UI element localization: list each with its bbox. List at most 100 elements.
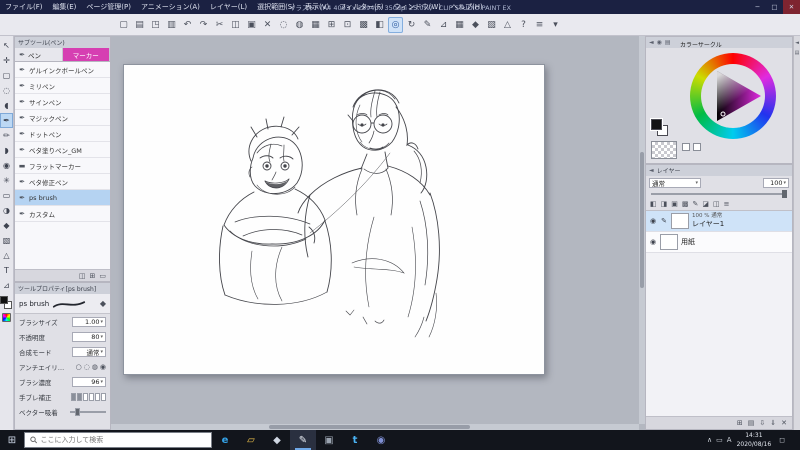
subtool-item[interactable]: ▬ フラットマーカー: [15, 158, 110, 174]
tool-icon[interactable]: ✒: [0, 113, 13, 128]
tray-icon[interactable]: ▭: [716, 436, 723, 444]
visibility-eye-icon[interactable]: ◉: [649, 238, 657, 246]
color-panel-header-icon[interactable]: ▤: [665, 39, 671, 46]
layer-toolbar-icon[interactable]: ◨: [661, 200, 668, 208]
menu-item[interactable]: ウィンドウ(W): [389, 0, 446, 14]
toolbar-icon[interactable]: ▦: [452, 17, 467, 33]
toolbar-icon[interactable]: ▾: [548, 17, 563, 33]
taskbar-app-icon[interactable]: ▱: [238, 430, 264, 450]
toolbar-icon[interactable]: ↻: [404, 17, 419, 33]
layer-footer-icon[interactable]: ⇓: [770, 419, 776, 427]
tool-icon[interactable]: T: [0, 263, 13, 278]
menu-item[interactable]: レイヤー(L): [205, 0, 252, 14]
toolbar-icon[interactable]: ◧: [372, 17, 387, 33]
subtool-item[interactable]: ✒ カスタム: [15, 206, 110, 222]
antialias-strong-icon[interactable]: ◉: [100, 363, 106, 371]
toolbar-icon[interactable]: ◫: [228, 17, 243, 33]
layer-toolbar-icon[interactable]: ✎: [693, 200, 699, 208]
tool-icon[interactable]: ✛: [0, 53, 13, 68]
blend-mode-select[interactable]: 通常 ▾: [72, 346, 106, 357]
tool-icon[interactable]: ↖: [0, 38, 13, 53]
menu-item[interactable]: ファイル(F): [0, 0, 48, 14]
stabilization-level-control[interactable]: [71, 392, 106, 401]
start-button[interactable]: ⊞: [0, 430, 24, 450]
brush-preset-row[interactable]: ps brush ◆: [15, 294, 110, 314]
toolbar-icon[interactable]: ▩: [356, 17, 371, 33]
subtool-footer-icon[interactable]: ◫: [79, 272, 86, 280]
subtool-footer-icon[interactable]: ⊞: [90, 272, 96, 280]
tool-icon[interactable]: △: [0, 248, 13, 263]
transparent-color-swatch[interactable]: [651, 141, 677, 159]
subtool-item[interactable]: ✒ ps brush: [15, 190, 110, 206]
layer-footer-icon[interactable]: ⊞: [737, 419, 743, 427]
vector-snap-slider[interactable]: [70, 407, 106, 416]
taskbar-clock[interactable]: 14:31 2020/08/16: [737, 431, 772, 449]
toolbar-icon[interactable]: ▥: [164, 17, 179, 33]
layer-thumbnail[interactable]: [671, 213, 689, 229]
layer-opacity-slider[interactable]: [651, 190, 787, 198]
toolbar-icon[interactable]: ◆: [468, 17, 483, 33]
toolbar-icon[interactable]: ▢: [116, 17, 131, 33]
menu-item[interactable]: 表示(V): [300, 0, 334, 14]
tool-icon[interactable]: ⊿: [0, 278, 13, 293]
toolbar-icon[interactable]: ◳: [148, 17, 163, 33]
subtool-item[interactable]: ✒ ミリペン: [15, 78, 110, 94]
toolbar-icon[interactable]: ▣: [244, 17, 259, 33]
minimize-button[interactable]: ─: [749, 0, 766, 14]
menu-item[interactable]: フィルター(F): [334, 0, 388, 14]
subtool-group-pen[interactable]: ✒ ペン: [15, 48, 63, 61]
subtool-item[interactable]: ✒ マジックペン: [15, 110, 110, 126]
close-button[interactable]: ✕: [783, 0, 800, 14]
subtool-item[interactable]: ✒ ベタ修正ペン: [15, 174, 110, 190]
subtool-item[interactable]: ✒ ベタ塗りペン_GM: [15, 142, 110, 158]
toolbar-icon[interactable]: ✕: [260, 17, 275, 33]
taskbar-app-icon[interactable]: t: [342, 430, 368, 450]
taskbar-app-icon[interactable]: e: [212, 430, 238, 450]
taskbar-app-icon[interactable]: ✎: [290, 430, 316, 450]
layer-toolbar-icon[interactable]: ≡: [724, 200, 730, 208]
toolbar-icon[interactable]: ≡: [532, 17, 547, 33]
main-color-chip[interactable]: [0, 296, 8, 304]
opacity-input[interactable]: 80 ▾: [72, 331, 106, 342]
layer-opacity-input[interactable]: 100 ▾: [763, 178, 789, 188]
search-input[interactable]: [40, 436, 206, 444]
layer-blend-mode-select[interactable]: 通常 ▾: [649, 178, 701, 188]
dock-strip-icon[interactable]: ▤: [795, 50, 800, 56]
color-panel-header-icon[interactable]: ◉: [657, 39, 662, 46]
taskbar-app-icon[interactable]: ◉: [368, 430, 394, 450]
tool-icon[interactable]: ◑: [0, 203, 13, 218]
action-center-icon[interactable]: ◻: [776, 436, 788, 444]
toolbar-icon[interactable]: ↶: [180, 17, 195, 33]
antialias-middle-icon[interactable]: ◍: [92, 363, 98, 371]
tool-icon[interactable]: ◌: [0, 83, 13, 98]
menu-item[interactable]: ヘルプ(H): [446, 0, 488, 14]
layer-thumbnail[interactable]: [660, 234, 678, 250]
toolbar-icon[interactable]: ◎: [388, 16, 403, 33]
canvas[interactable]: [123, 64, 545, 375]
layer-toolbar-icon[interactable]: ◪: [702, 200, 709, 208]
maximize-button[interactable]: □: [766, 0, 783, 14]
taskbar-app-icon[interactable]: ◆: [264, 430, 290, 450]
antialias-weak-icon[interactable]: ◌: [84, 363, 90, 371]
visibility-eye-icon[interactable]: ◉: [649, 217, 657, 225]
color-history-swatch[interactable]: [682, 143, 690, 151]
toolbar-icon[interactable]: ✂: [212, 17, 227, 33]
menu-item[interactable]: アニメーション(A): [136, 0, 205, 14]
subtool-item[interactable]: ✒ ゲルインクボールペン: [15, 62, 110, 78]
taskbar-search[interactable]: [24, 432, 212, 448]
toolbar-icon[interactable]: ⊿: [436, 17, 451, 33]
tool-icon[interactable]: ▢: [0, 68, 13, 83]
tool-icon[interactable]: ◆: [0, 218, 13, 233]
tray-icon[interactable]: A: [727, 436, 732, 444]
layer-toolbar-icon[interactable]: ◧: [650, 200, 657, 208]
color-wheel[interactable]: [690, 53, 776, 139]
subtool-group-marker[interactable]: マーカー: [62, 48, 110, 61]
layer-footer-icon[interactable]: ▤: [748, 419, 755, 427]
toolbar-icon[interactable]: ✎: [420, 17, 435, 33]
tool-icon[interactable]: ▭: [0, 188, 13, 203]
layer-footer-icon[interactable]: ⇩: [759, 419, 765, 427]
toolbar-icon[interactable]: ▧: [484, 17, 499, 33]
toolbar-icon[interactable]: ⊞: [324, 17, 339, 33]
layer-footer-icon[interactable]: ✕: [781, 419, 787, 427]
tool-icon[interactable]: ✳: [0, 173, 13, 188]
